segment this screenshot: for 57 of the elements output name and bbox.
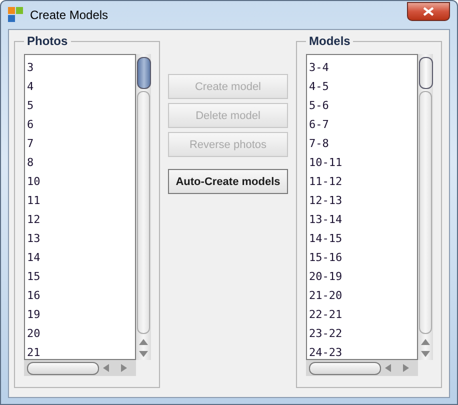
list-item[interactable]: 15 (27, 267, 135, 286)
list-item[interactable]: 19 (27, 305, 135, 324)
vertical-scrollbar[interactable] (418, 54, 433, 360)
list-item[interactable]: 20 (27, 324, 135, 343)
list-item[interactable]: 15-16 (309, 248, 417, 267)
list-item[interactable]: 8 (27, 153, 135, 172)
list-box[interactable]: 3 4 5 6 7 8 10 11 12 13 14 15 16 19 20 21 (24, 54, 136, 360)
list-item[interactable]: 10-11 (309, 153, 417, 172)
horizontal-scrollbar[interactable] (24, 360, 136, 376)
app-icon (8, 7, 24, 23)
list-item[interactable]: 3-4 (309, 58, 417, 77)
list-item[interactable]: 4-5 (309, 77, 417, 96)
list-item[interactable]: 22-21 (309, 305, 417, 324)
list-item[interactable]: 5-6 (309, 96, 417, 115)
list-item[interactable]: 3 (27, 58, 135, 77)
window-title: Create Models (30, 8, 110, 22)
left-arrow-icon[interactable] (385, 364, 391, 372)
list-item[interactable]: 12-13 (309, 191, 417, 210)
list-item[interactable]: 11 (27, 191, 135, 210)
list-item[interactable]: 23-22 (309, 324, 417, 343)
list-item[interactable]: 13-14 (309, 210, 417, 229)
list-item[interactable]: 6 (27, 115, 135, 134)
list-item[interactable]: 20-19 (309, 267, 417, 286)
list-item[interactable]: 11-12 (309, 172, 417, 191)
up-arrow-icon[interactable] (139, 339, 148, 345)
list-item[interactable]: 10 (27, 172, 135, 191)
list-item[interactable]: 16 (27, 286, 135, 305)
horizontal-scrollbar[interactable] (306, 360, 418, 376)
list-item[interactable]: 6-7 (309, 115, 417, 134)
list-item[interactable]: 21-20 (309, 286, 417, 305)
list-item[interactable]: 24-23 (309, 343, 417, 359)
scroll-thumb[interactable] (27, 362, 99, 374)
left-arrow-icon[interactable] (103, 364, 109, 372)
list-box[interactable]: 3-4 4-5 5-6 6-7 7-8 10-11 11-12 12-13 13-14 14-15 15-16 20-19 21-20 22-21 23-22 24-23 (306, 54, 418, 360)
group-title: Models (308, 34, 352, 48)
down-arrow-icon[interactable] (139, 351, 148, 357)
close-icon (423, 6, 434, 16)
action-button[interactable]: Auto-Create models (168, 169, 288, 194)
list-item[interactable]: 14-15 (309, 229, 417, 248)
list-item[interactable]: 12 (27, 210, 135, 229)
list-item[interactable]: 5 (27, 96, 135, 115)
down-arrow-icon[interactable] (421, 351, 430, 357)
list-item[interactable]: 7-8 (309, 134, 417, 153)
scroll-thumb[interactable] (418, 57, 432, 89)
list-item[interactable]: 14 (27, 248, 135, 267)
list-item[interactable]: 13 (27, 229, 135, 248)
vertical-scrollbar[interactable] (136, 54, 151, 360)
right-arrow-icon[interactable] (121, 364, 127, 372)
right-arrow-icon[interactable] (403, 364, 409, 372)
up-arrow-icon[interactable] (421, 339, 430, 345)
list-item[interactable]: 4 (27, 77, 135, 96)
list-item[interactable]: 7 (27, 134, 135, 153)
scroll-thumb[interactable] (309, 362, 381, 374)
group-title: Photos (26, 34, 69, 48)
list-item[interactable]: 21 (27, 343, 135, 359)
scroll-thumb[interactable] (136, 57, 150, 89)
close-button[interactable] (407, 2, 450, 20)
